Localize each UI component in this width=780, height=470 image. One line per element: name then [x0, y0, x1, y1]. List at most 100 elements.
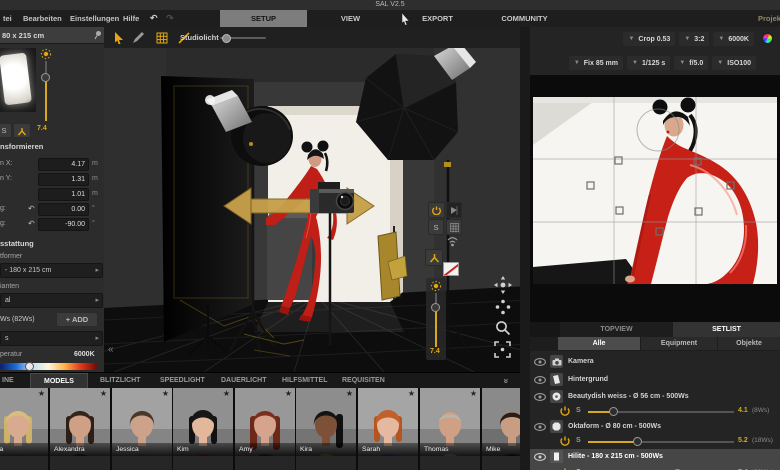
power-icon[interactable]	[560, 406, 570, 416]
pos-z-field[interactable]: 1.01	[38, 188, 89, 201]
filter-objekte[interactable]: Objekte	[718, 337, 780, 350]
power-track[interactable]	[588, 411, 734, 413]
setlist-row-hilite-selected[interactable]: Hilite - 180 x 215 cm - 500Ws S 7.4 (82W…	[530, 449, 780, 470]
eye-icon[interactable]	[534, 423, 546, 431]
favorite-star-icon[interactable]: ★	[346, 389, 353, 398]
setlist-row-hintergrund[interactable]: Hintergrund	[530, 371, 780, 389]
menu-bearbeiten[interactable]: Bearbeiten	[23, 10, 62, 27]
model-tile[interactable]: ★ Amy	[235, 388, 295, 470]
eye-icon[interactable]	[534, 376, 546, 384]
eye-icon[interactable]	[534, 393, 546, 401]
pan-icon[interactable]	[495, 299, 511, 315]
tilt-field[interactable]: -90.00	[38, 218, 89, 231]
grid-tool-button[interactable]	[154, 30, 169, 45]
zoom-icon[interactable]	[495, 320, 511, 336]
pos-x-field[interactable]: 4.17	[38, 158, 89, 171]
collapse-left-icon[interactable]: «	[108, 344, 114, 355]
add-button[interactable]: + ADD	[56, 312, 98, 327]
variante-dropdown[interactable]: al ▸	[0, 293, 103, 308]
select-tool-button[interactable]	[111, 30, 126, 45]
no-gel-button[interactable]	[443, 262, 459, 276]
setlist-row-beautydish[interactable]: Beautydish weiss - Ø 56 cm - 500Ws S 4.1…	[530, 389, 780, 419]
light-beam-button[interactable]	[446, 202, 462, 218]
favorite-star-icon[interactable]: ★	[223, 389, 230, 398]
filter-equipment[interactable]: Equipment	[641, 337, 717, 350]
light-tripod-button[interactable]	[425, 249, 443, 266]
redo-icon[interactable]: ↷	[166, 10, 174, 27]
draw-tool-button[interactable]	[131, 30, 146, 45]
tab-models[interactable]: MODELS	[30, 373, 88, 389]
power-icon[interactable]	[560, 436, 570, 446]
model-tile[interactable]: ★ Kira	[296, 388, 356, 470]
tab-hilfsmittel[interactable]: HILFSMITTEL	[282, 373, 328, 389]
crop-select[interactable]: ▼Crop 0.53	[623, 32, 675, 46]
favorite-star-icon[interactable]: ★	[38, 389, 45, 398]
mode-dropdown[interactable]: s ▸	[0, 331, 103, 346]
favorite-star-icon[interactable]: ★	[100, 389, 107, 398]
lightformer-thumbnail[interactable]	[0, 48, 36, 112]
reset-tilt-icon[interactable]: ↶	[28, 219, 35, 228]
tripod-button[interactable]	[13, 123, 31, 138]
setlist-row-oktaform[interactable]: Oktaform - Ø 80 cm - 500Ws S 5.2 (18Ws)	[530, 419, 780, 449]
power-track[interactable]	[588, 441, 734, 443]
model-tile[interactable]: ★ Mike	[482, 388, 520, 470]
power-knob[interactable]	[633, 437, 642, 446]
shutter-select[interactable]: ▼1/125 s	[627, 56, 670, 70]
pin-icon[interactable]	[93, 30, 102, 40]
filter-alle[interactable]: Alle	[558, 337, 640, 350]
undo-icon[interactable]: ↶	[150, 10, 158, 27]
tab-setlist[interactable]: SETLIST	[673, 322, 780, 337]
tab-online[interactable]: INE	[2, 373, 14, 389]
lichtformer-dropdown[interactable]: - 180 x 215 cm ▸	[0, 263, 103, 278]
camera-preview[interactable]	[530, 75, 780, 322]
viewport-3d[interactable]: S 7.4	[104, 48, 530, 372]
favorite-star-icon[interactable]: ★	[162, 389, 169, 398]
tab-speedlight[interactable]: SPEEDLIGHT	[160, 373, 205, 389]
light-power-slider[interactable]: 7.4	[426, 278, 446, 360]
tab-topview[interactable]: TOPVIEW	[560, 322, 673, 337]
tab-view[interactable]: VIEW	[307, 10, 394, 27]
power-slider-vertical[interactable]	[38, 48, 54, 124]
aspect-select[interactable]: ▼3:2	[679, 32, 709, 46]
menu-hilfe[interactable]: Hilfe	[123, 10, 139, 27]
studiolicht-slider[interactable]	[220, 37, 266, 39]
favorite-star-icon[interactable]: ★	[285, 389, 292, 398]
iso-select[interactable]: ▼ISO100	[712, 56, 756, 70]
model-tile[interactable]: ★ Alexandra	[50, 388, 110, 470]
menu-einstellungen[interactable]: Einstellungen	[70, 10, 119, 27]
slider-handle[interactable]	[41, 73, 50, 82]
tab-blitzlicht[interactable]: BLITZLICHT	[100, 373, 140, 389]
reset-rotation-icon[interactable]: ↶	[28, 204, 35, 213]
temperature-slider[interactable]	[0, 363, 97, 370]
favorite-star-icon[interactable]: ★	[470, 389, 477, 398]
tab-community[interactable]: COMMUNITY	[481, 10, 568, 27]
model-tile[interactable]: ★ Jessica	[112, 388, 172, 470]
light-grid-button[interactable]	[446, 219, 462, 235]
lens-select[interactable]: ▼Fix 85 mm	[569, 56, 623, 70]
model-tile[interactable]: ★ Kim	[173, 388, 233, 470]
pos-y-field[interactable]: 1.31	[38, 173, 89, 186]
menu-file[interactable]: tei	[3, 10, 12, 27]
solo-button[interactable]: S	[0, 123, 12, 138]
color-wheel-icon[interactable]	[761, 32, 774, 45]
favorite-star-icon[interactable]: ★	[408, 389, 415, 398]
tab-setup[interactable]: SETUP	[220, 10, 307, 27]
model-tile[interactable]: ★ Thomas	[420, 388, 480, 470]
slider-handle[interactable]	[431, 303, 440, 312]
tab-dauerlicht[interactable]: DAUERLICHT	[221, 373, 267, 389]
eye-icon[interactable]	[534, 358, 546, 366]
studiolicht-handle[interactable]	[222, 34, 231, 43]
light-power-button[interactable]	[428, 202, 445, 218]
power-knob[interactable]	[609, 407, 618, 416]
whitebalance-select[interactable]: ▼6000K	[713, 32, 754, 46]
model-tile[interactable]: ★ oria	[0, 388, 48, 470]
light-solo-button[interactable]: S	[428, 219, 444, 235]
eye-icon[interactable]	[534, 453, 546, 461]
wireless-icon[interactable]	[446, 236, 459, 247]
expand-panel-icon[interactable]: »	[499, 378, 515, 383]
tab-requisiten[interactable]: REQUISITEN	[342, 373, 385, 389]
setlist-row-kamera[interactable]: Kamera	[530, 353, 780, 371]
rot-field[interactable]: 0.00	[38, 203, 89, 216]
aperture-select[interactable]: ▼f/5.0	[674, 56, 708, 70]
model-tile[interactable]: ★ Sarah	[358, 388, 418, 470]
